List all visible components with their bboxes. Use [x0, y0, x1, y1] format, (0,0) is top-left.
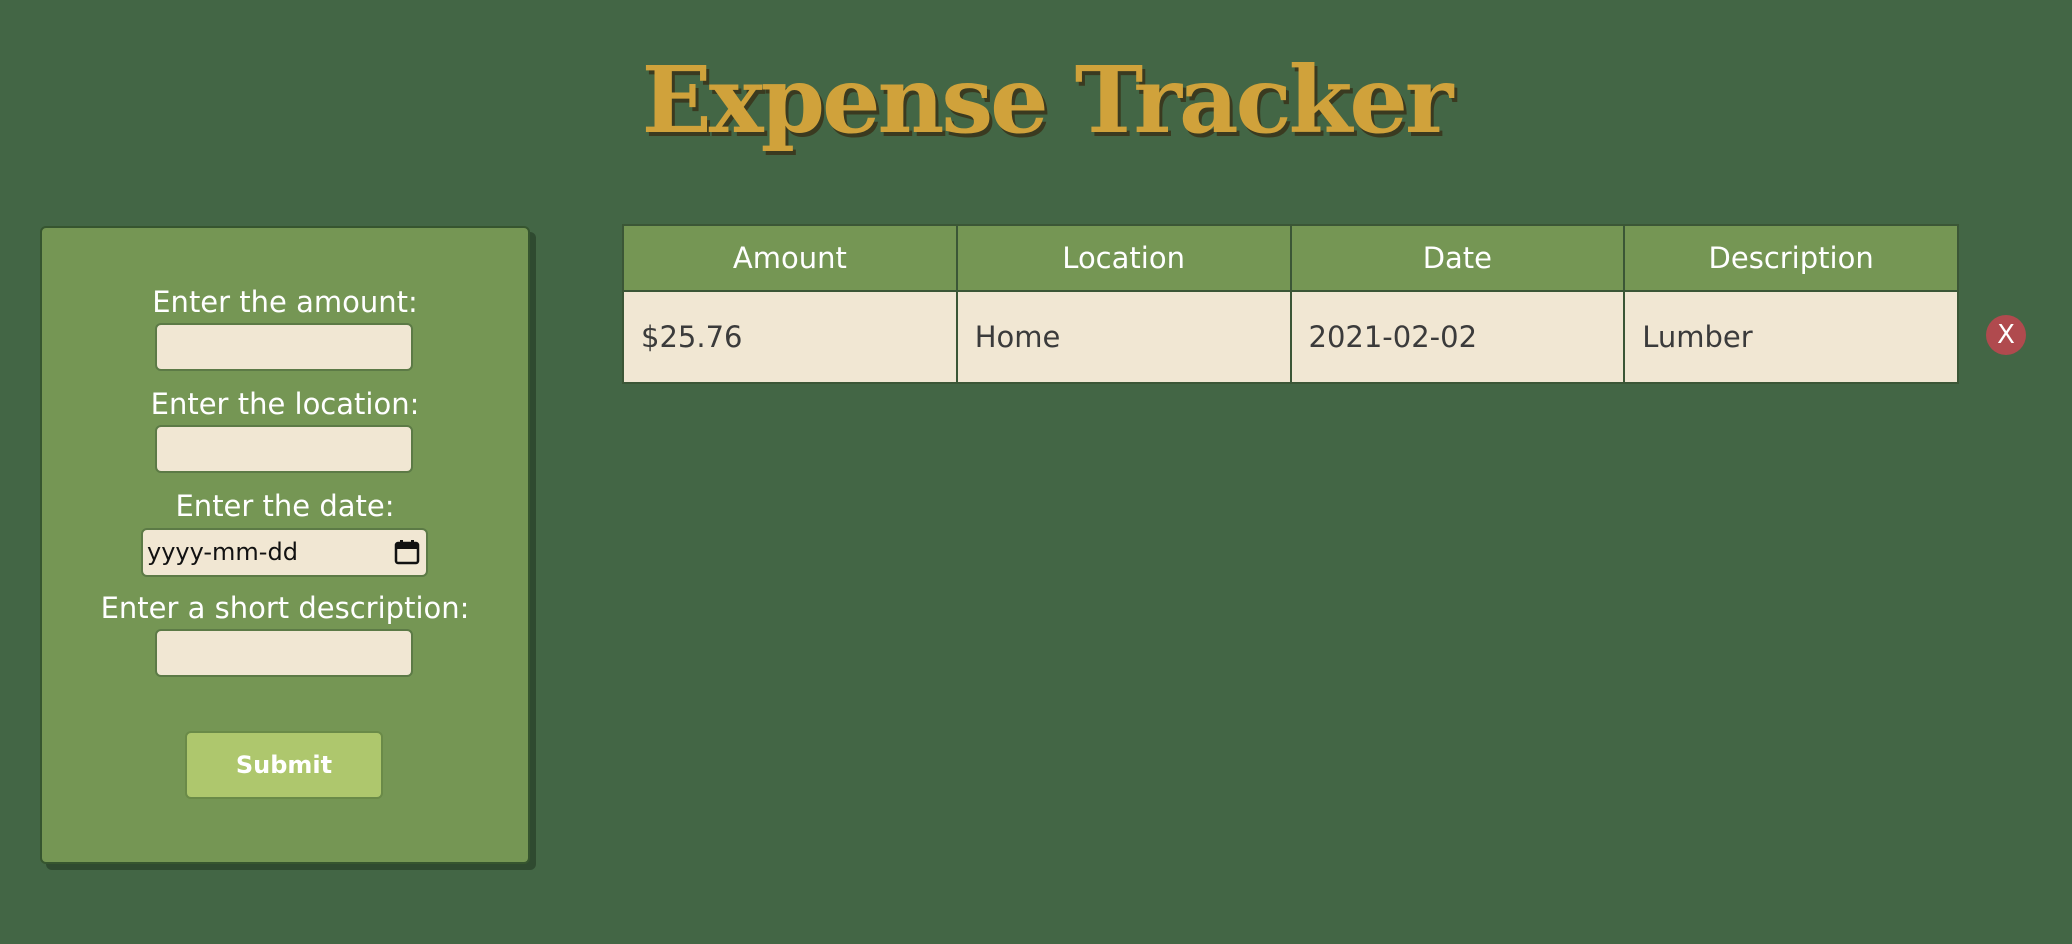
amount-input[interactable]	[155, 323, 413, 371]
table-row: $25.76 Home 2021-02-02 Lumber	[622, 290, 1959, 384]
table-header-row: Amount Location Date Description	[622, 224, 1959, 292]
expense-table: Amount Location Date Description $25.76 …	[622, 224, 1959, 384]
page-title: Expense Tracker	[641, 46, 1454, 154]
cell-location: Home	[955, 290, 1292, 384]
submit-button[interactable]: Submit	[185, 731, 383, 799]
location-input[interactable]	[155, 425, 413, 473]
header-location: Location	[955, 224, 1292, 292]
cell-date: 2021-02-02	[1289, 290, 1626, 384]
calendar-icon[interactable]	[393, 538, 421, 566]
cell-description: Lumber	[1623, 290, 1959, 384]
description-input[interactable]	[155, 629, 413, 677]
delete-row-button[interactable]: X	[1986, 315, 2026, 355]
cell-amount: $25.76	[622, 290, 958, 384]
date-input[interactable]: yyyy-mm-dd	[141, 528, 428, 577]
location-label: Enter the location:	[150, 387, 420, 421]
description-label: Enter a short description:	[100, 591, 470, 625]
date-label: Enter the date:	[175, 489, 395, 523]
expense-form: Enter the amount: Enter the location: En…	[40, 226, 530, 864]
header-amount: Amount	[622, 224, 958, 292]
header-description: Description	[1623, 224, 1959, 292]
amount-label: Enter the amount:	[152, 285, 418, 319]
date-placeholder: yyyy-mm-dd	[147, 538, 298, 566]
header-date: Date	[1289, 224, 1626, 292]
